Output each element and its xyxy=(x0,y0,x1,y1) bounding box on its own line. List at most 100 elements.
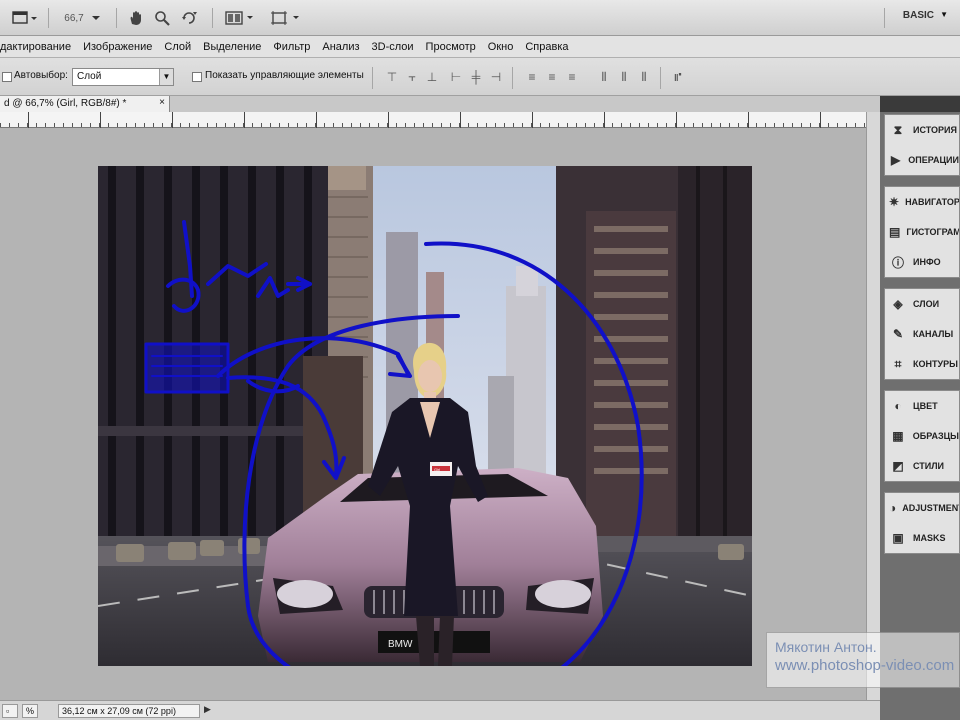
status-icon[interactable]: ▫ xyxy=(2,704,18,718)
history-icon: ⧗ xyxy=(893,122,903,137)
menu-analysis[interactable]: Анализ xyxy=(316,41,365,53)
workspace-chevron-icon[interactable]: ▼ xyxy=(940,10,948,19)
actions-icon: ▶ xyxy=(891,153,901,167)
panel-color-label: ЦВЕТ xyxy=(913,401,938,411)
arrange-documents-button[interactable] xyxy=(222,7,258,29)
panel-group-navigator: ✷ НАВИГАТОР ▤ ГИСТОГРАММА ⓘ ИНФО xyxy=(884,186,960,278)
panel-dock: ⧗ ИСТОРИЯ ▶ ОПЕРАЦИИ ✷ НАВИГАТОР ▤ ГИСТО… xyxy=(880,112,960,720)
zoom-level-value: 66,7 xyxy=(64,12,84,24)
autoselect-checkbox[interactable] xyxy=(2,72,12,82)
menu-help[interactable]: Справка xyxy=(519,41,574,53)
close-icon[interactable]: × xyxy=(159,97,165,108)
panel-styles[interactable]: ◩ СТИЛИ xyxy=(885,451,959,481)
extras-button[interactable] xyxy=(268,7,304,29)
panel-dock-header[interactable] xyxy=(880,96,960,112)
panel-group-adjustments: ◑ ADJUSTMENTS ▣ MASKS xyxy=(884,492,960,554)
paths-icon: ⌗ xyxy=(894,356,902,371)
hand-tool-button[interactable] xyxy=(126,7,146,29)
vertical-scrollbar[interactable] xyxy=(866,112,880,700)
panel-history[interactable]: ⧗ ИСТОРИЯ xyxy=(885,115,959,145)
panel-navigator[interactable]: ✷ НАВИГАТОР xyxy=(885,187,959,217)
rotate-view-icon xyxy=(182,12,197,24)
status-menu-arrow-icon[interactable]: ▶ xyxy=(204,704,211,715)
hand-icon xyxy=(130,11,141,25)
panel-info[interactable]: ⓘ ИНФО xyxy=(885,247,959,277)
panel-adjustments[interactable]: ◑ ADJUSTMENTS xyxy=(885,493,959,523)
document-image[interactable]: BMW Girl xyxy=(98,166,752,666)
panel-actions-label: ОПЕРАЦИИ xyxy=(908,155,959,165)
masks-icon: ▣ xyxy=(892,531,904,545)
panel-group-color: ◐ ЦВЕТ ▦ ОБРАЗЦЫ ◩ СТИЛИ xyxy=(884,390,960,482)
panel-adjustments-label: ADJUSTMENTS xyxy=(902,503,959,513)
panel-masks[interactable]: ▣ MASKS xyxy=(885,523,959,553)
panel-group-history: ⧗ ИСТОРИЯ ▶ ОПЕРАЦИИ xyxy=(884,114,960,176)
panel-styles-label: СТИЛИ xyxy=(913,461,945,471)
distribute-vcenter-icon[interactable]: ≡ xyxy=(544,69,560,85)
adjustments-icon: ◑ xyxy=(889,501,897,515)
menu-select[interactable]: Выделение xyxy=(197,41,267,53)
panel-color[interactable]: ◐ ЦВЕТ xyxy=(885,391,959,421)
distribute-hcenter-icon[interactable]: ⦀ xyxy=(616,69,632,85)
chevron-down-icon xyxy=(91,16,100,20)
distribute-right-icon[interactable]: ⦀ xyxy=(636,69,652,85)
panel-swatches[interactable]: ▦ ОБРАЗЦЫ xyxy=(885,421,959,451)
zoom-level-select[interactable]: 66,7 xyxy=(58,7,108,29)
histogram-icon: ▤ xyxy=(889,225,901,239)
zoom-tool-button[interactable] xyxy=(152,7,172,29)
auto-align-icon[interactable]: ⑈ xyxy=(670,69,686,85)
panel-group-layers: ◈ СЛОИ ✎ КАНАЛЫ ⌗ КОНТУРЫ xyxy=(884,288,960,380)
distribute-bottom-icon[interactable]: ≡ xyxy=(564,69,580,85)
extras-icon xyxy=(271,11,299,25)
align-hcenter-icon[interactable]: ╪ xyxy=(468,69,484,85)
panel-histogram-label: ГИСТОГРАММА xyxy=(906,227,959,237)
panel-navigator-label: НАВИГАТОР xyxy=(905,197,959,207)
panel-histogram[interactable]: ▤ ГИСТОГРАММА xyxy=(885,217,959,247)
badge-text: Girl xyxy=(434,467,440,472)
arrange-documents-icon xyxy=(225,11,253,25)
panel-layers[interactable]: ◈ СЛОИ xyxy=(885,289,959,319)
document-size-readout: 36,12 см x 27,09 см (72 ppi) xyxy=(58,704,200,718)
panel-masks-label: MASKS xyxy=(913,533,946,543)
menu-filter[interactable]: Фильтр xyxy=(267,41,316,53)
document-tab-title: d @ 66,7% (Girl, RGB/8#) * xyxy=(4,98,127,109)
align-vcenter-icon[interactable]: ⫟ xyxy=(404,69,420,85)
workspace-switcher[interactable]: BASIC xyxy=(903,10,934,21)
menu-window[interactable]: Окно xyxy=(482,41,520,53)
menu-layer[interactable]: Слой xyxy=(158,41,197,53)
city-car-girl-photo: BMW Girl xyxy=(98,166,752,666)
show-controls-checkbox[interactable] xyxy=(192,72,202,82)
panel-paths[interactable]: ⌗ КОНТУРЫ xyxy=(885,349,959,379)
screen-mode-icon xyxy=(12,11,37,24)
align-right-icon[interactable]: ⊣ xyxy=(488,69,504,85)
panel-swatches-label: ОБРАЗЦЫ xyxy=(912,431,959,441)
panel-actions[interactable]: ▶ ОПЕРАЦИИ xyxy=(885,145,959,175)
menu-image[interactable]: Изображение xyxy=(77,41,158,53)
zoom-readout[interactable]: % xyxy=(22,704,38,718)
align-left-icon[interactable]: ⊢ xyxy=(448,69,464,85)
align-top-icon[interactable]: ⊤ xyxy=(384,69,400,85)
options-bar: Автовыбор: Слой ▼ Показать управляющие э… xyxy=(0,58,960,96)
channels-icon: ✎ xyxy=(892,327,904,341)
status-bar: ▫ % 36,12 см x 27,09 см (72 ppi) ▶ xyxy=(0,700,880,720)
distribute-left-icon[interactable]: ⦀ xyxy=(596,69,612,85)
autoselect-label: Автовыбор: xyxy=(14,70,68,81)
horizontal-ruler xyxy=(0,112,866,128)
menu-edit[interactable]: дактирование xyxy=(0,41,77,53)
watermark-author: Мякотин Антон. xyxy=(775,639,877,655)
video-watermark: Мякотин Антон. www.photoshop-video.com xyxy=(766,632,960,688)
document-tab[interactable]: d @ 66,7% (Girl, RGB/8#) * × xyxy=(0,96,170,112)
autoselect-target-value: Слой xyxy=(77,71,102,82)
panel-channels-label: КАНАЛЫ xyxy=(913,329,954,339)
chevron-down-icon: ▼ xyxy=(159,69,173,85)
panel-channels[interactable]: ✎ КАНАЛЫ xyxy=(885,319,959,349)
distribute-top-icon[interactable]: ≡ xyxy=(524,69,540,85)
layers-icon: ◈ xyxy=(893,297,903,311)
menu-view[interactable]: Просмотр xyxy=(420,41,482,53)
menu-3d[interactable]: 3D-слои xyxy=(366,41,420,53)
autoselect-target-select[interactable]: Слой ▼ xyxy=(72,68,174,86)
application-bar: 66,7 BASIC ▼ xyxy=(0,0,960,36)
screen-mode-button[interactable] xyxy=(10,7,40,29)
rotate-view-button[interactable] xyxy=(178,7,202,29)
align-bottom-icon[interactable]: ⊥ xyxy=(424,69,440,85)
styles-icon: ◩ xyxy=(892,459,904,473)
